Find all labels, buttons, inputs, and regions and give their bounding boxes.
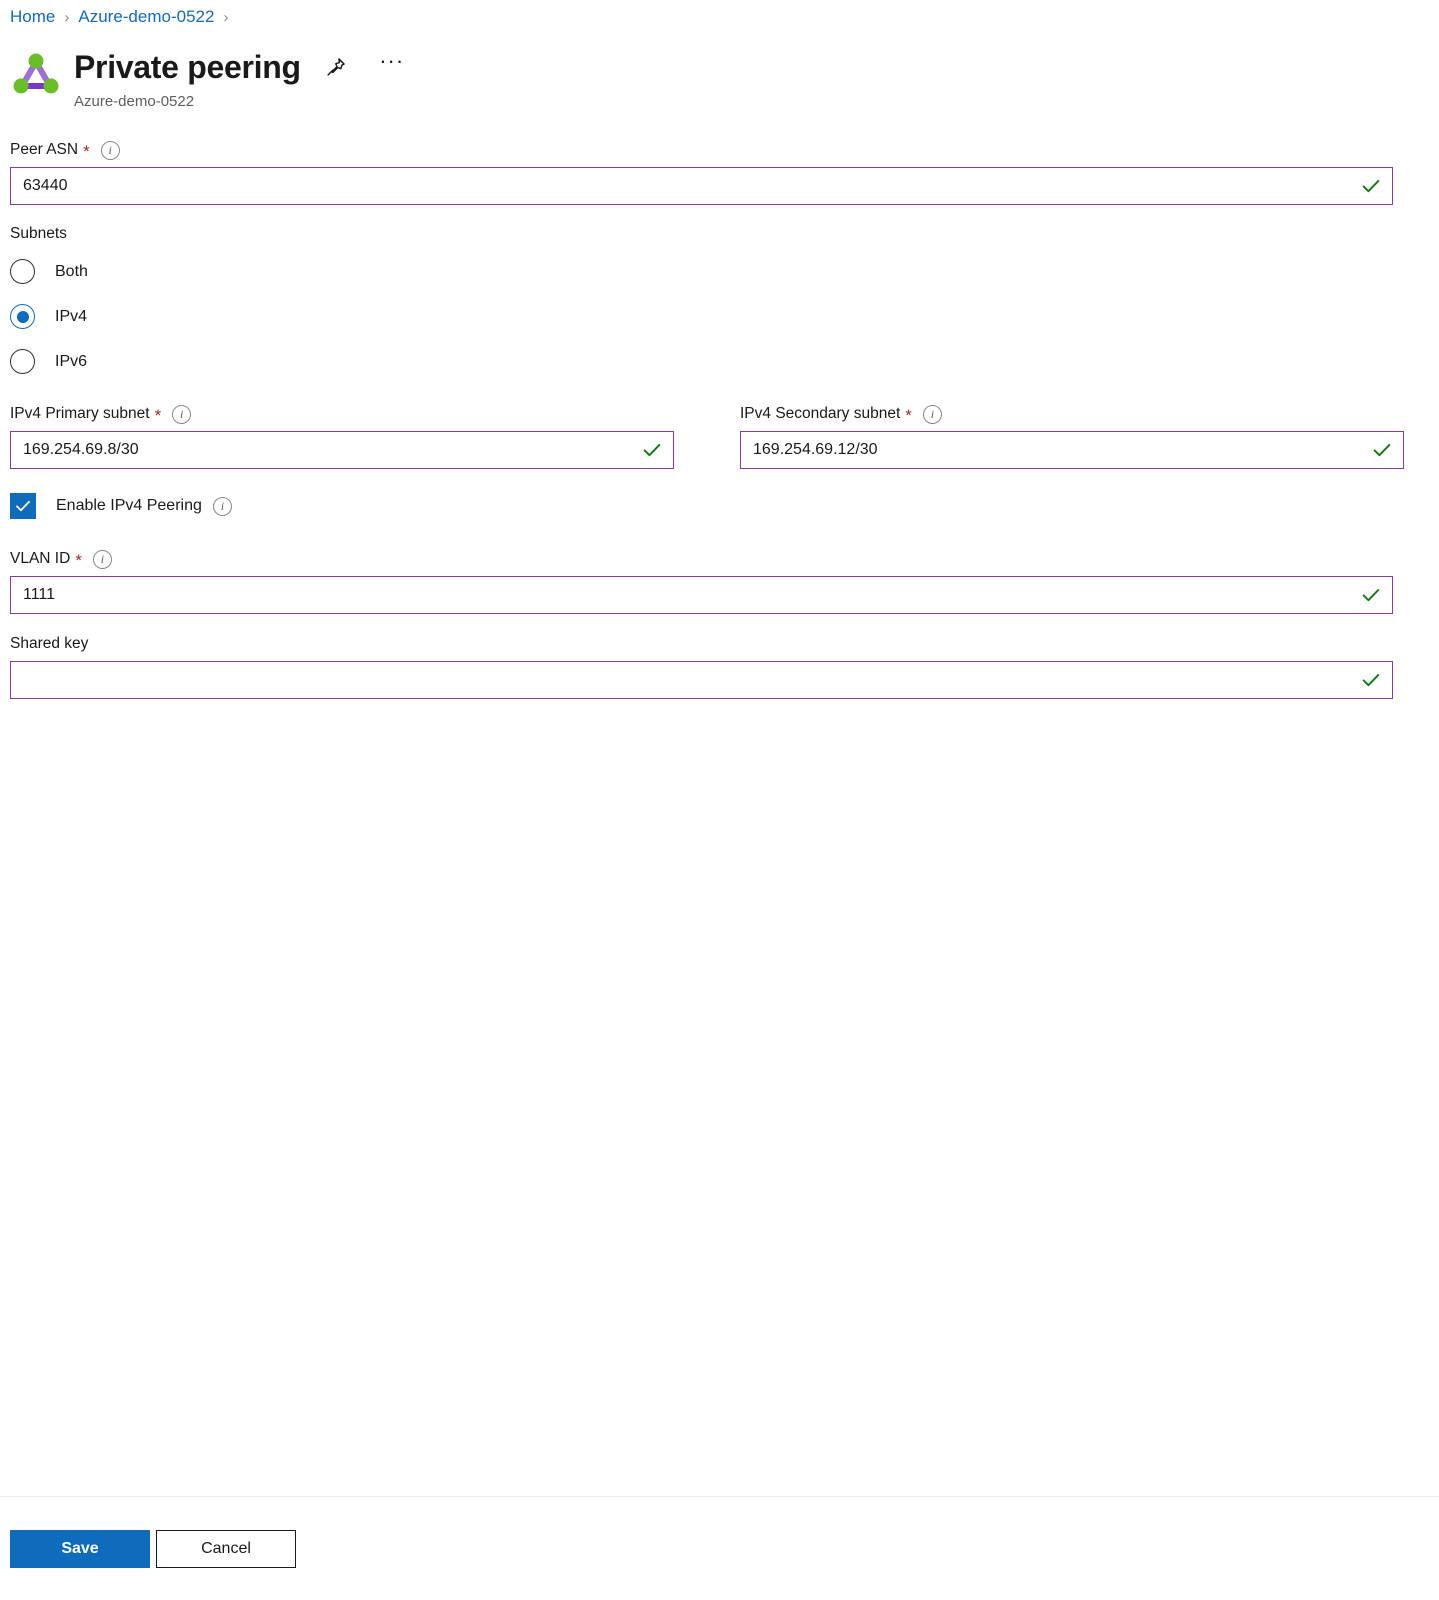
valid-check-icon <box>1362 673 1380 687</box>
field-ipv4-secondary-subnet: IPv4 Secondary subnet * i 169.254.69.12/… <box>730 404 1404 469</box>
radio-option-ipv6[interactable]: IPv6 <box>10 339 1439 384</box>
peer-asn-value[interactable]: 63440 <box>11 177 1360 195</box>
checkbox-icon[interactable] <box>10 493 36 519</box>
checkbox-enable-ipv4-peering[interactable]: Enable IPv4 Peering i <box>10 493 1439 519</box>
info-icon[interactable]: i <box>92 549 112 569</box>
shared-key-label: Shared key <box>10 634 1439 654</box>
vlan-id-label-text: VLAN ID <box>10 550 71 567</box>
radio-both-label: Both <box>55 262 88 280</box>
field-vlan-id: VLAN ID * i 1111 <box>0 549 1439 614</box>
vlan-id-input[interactable]: 1111 <box>10 576 1393 614</box>
peering-form: Peer ASN * i 63440 Subnets Both IPv4 IPv… <box>0 112 1439 699</box>
valid-check-icon <box>1362 179 1380 193</box>
pin-icon[interactable] <box>319 50 353 84</box>
required-asterisk: * <box>75 551 82 570</box>
required-asterisk: * <box>154 406 162 425</box>
valid-check-icon <box>643 443 661 457</box>
ipv4-secondary-value[interactable]: 169.254.69.12/30 <box>741 441 1371 459</box>
breadcrumb: Home › Azure-demo-0522 › <box>0 0 1439 34</box>
breadcrumb-item-resource[interactable]: Azure-demo-0522 <box>78 7 214 27</box>
ipv4-primary-label: IPv4 Primary subnet * i <box>10 404 674 424</box>
page-subtitle: Azure-demo-0522 <box>74 93 195 110</box>
subnet-row: IPv4 Primary subnet * i 169.254.69.8/30 … <box>0 404 1439 469</box>
info-icon[interactable]: i <box>922 404 942 424</box>
peer-asn-label-text: Peer ASN <box>10 141 79 158</box>
info-icon[interactable]: i <box>212 496 232 516</box>
page-title: Private peering <box>74 49 301 85</box>
breadcrumb-separator-icon: › <box>223 8 229 26</box>
info-icon[interactable]: i <box>172 404 192 424</box>
ipv4-primary-label-text: IPv4 Primary subnet <box>10 405 150 422</box>
shared-key-input[interactable] <box>10 661 1393 699</box>
radio-both-icon[interactable] <box>10 259 35 284</box>
shared-key-label-text: Shared key <box>10 635 89 652</box>
peer-asn-input[interactable]: 63440 <box>10 167 1393 205</box>
expressroute-peering-icon <box>10 48 62 100</box>
ipv4-primary-value[interactable]: 169.254.69.8/30 <box>11 441 641 459</box>
subnets-label: Subnets <box>10 225 67 242</box>
ipv4-secondary-label: IPv4 Secondary subnet * i <box>740 404 1404 424</box>
valid-check-icon <box>1373 443 1391 457</box>
info-icon[interactable]: i <box>100 140 120 160</box>
vlan-id-label: VLAN ID * i <box>10 549 1439 569</box>
radio-ipv4-label: IPv4 <box>55 307 88 325</box>
ipv4-secondary-input[interactable]: 169.254.69.12/30 <box>740 431 1404 469</box>
field-subnets: Subnets Both IPv4 IPv6 <box>0 225 1439 384</box>
radio-ipv6-icon[interactable] <box>10 349 35 374</box>
field-peer-asn: Peer ASN * i 63440 <box>0 140 1439 205</box>
save-button[interactable]: Save <box>10 1529 150 1568</box>
radio-ipv6-label: IPv6 <box>55 352 88 370</box>
field-shared-key: Shared key <box>0 634 1439 699</box>
valid-check-icon <box>1362 588 1380 602</box>
breadcrumb-separator-icon: › <box>64 8 70 26</box>
radio-option-ipv4[interactable]: IPv4 <box>10 294 1439 339</box>
radio-ipv4-icon[interactable] <box>10 304 35 329</box>
peer-asn-label: Peer ASN * i <box>10 140 1439 160</box>
vlan-id-value[interactable]: 1111 <box>11 586 1360 604</box>
ipv4-primary-input[interactable]: 169.254.69.8/30 <box>10 431 674 469</box>
radio-option-both[interactable]: Both <box>10 249 1439 294</box>
more-options-icon[interactable]: ··· <box>375 44 409 90</box>
cancel-button[interactable]: Cancel <box>156 1529 296 1568</box>
page-header: Private peering ··· Azure-demo-0522 <box>0 34 1439 112</box>
field-ipv4-primary-subnet: IPv4 Primary subnet * i 169.254.69.8/30 <box>0 404 674 469</box>
breadcrumb-item-home[interactable]: Home <box>10 7 55 27</box>
required-asterisk: * <box>83 142 90 161</box>
ipv4-secondary-label-text: IPv4 Secondary subnet <box>740 405 901 422</box>
checkbox-label: Enable IPv4 Peering <box>56 497 202 514</box>
command-footer: Save Cancel <box>0 1496 1439 1600</box>
required-asterisk: * <box>905 406 912 425</box>
